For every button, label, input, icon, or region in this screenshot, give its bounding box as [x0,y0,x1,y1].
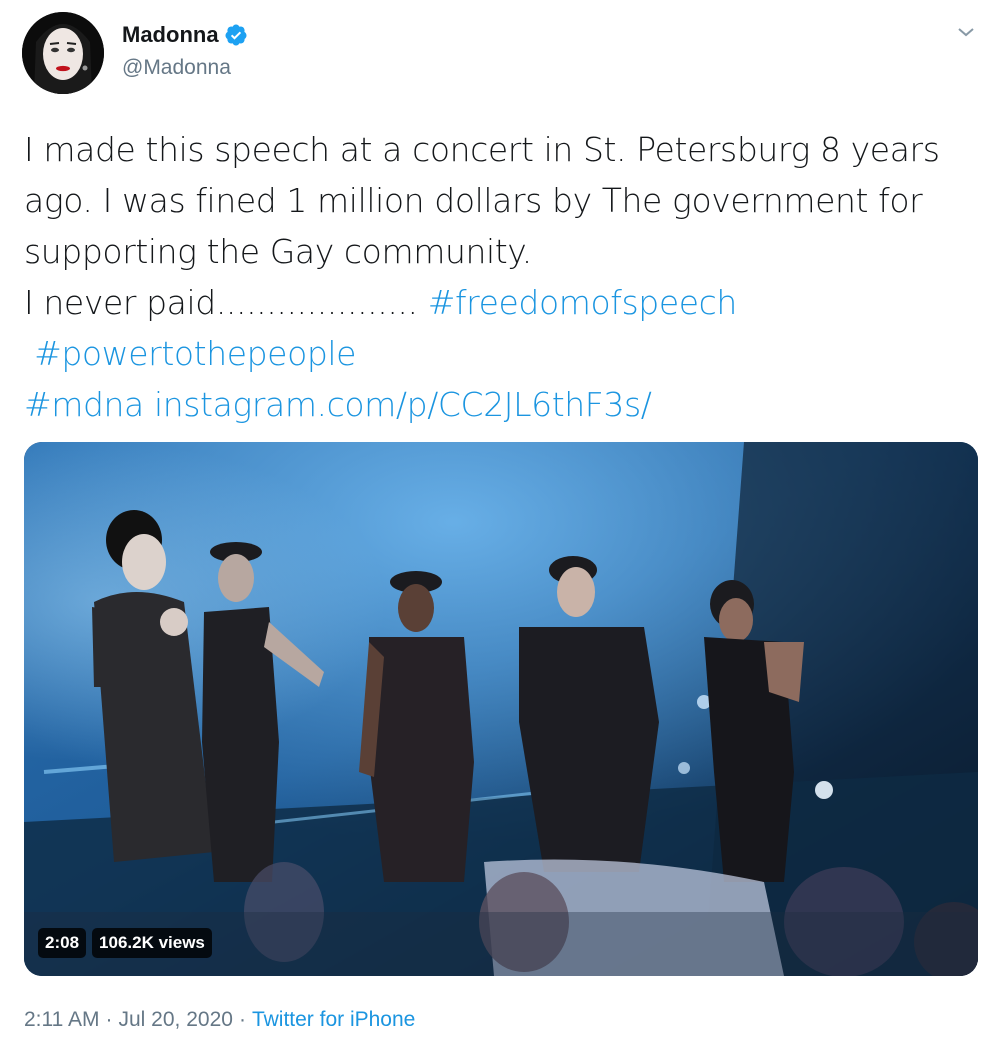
video-player[interactable]: 2:08 106.2K views [24,442,978,976]
source-link[interactable]: Twitter for iPhone [252,1008,415,1031]
avatar[interactable] [22,12,104,94]
tweet-card: Madonna @Madonna I made this speech at a… [0,0,1000,1054]
tweet-text-line: ago. I was fined 1 million dollars by Th… [24,181,923,220]
url-link[interactable]: instagram.com/p/CC2JL6thF3s/ [154,385,652,424]
meta-separator: · [238,1008,246,1031]
user-name-row[interactable]: Madonna [122,22,248,48]
hashtag-link[interactable]: #powertothepeople [34,334,356,373]
tweet-text-line: #powertothepeople [24,328,984,379]
hashtag-link[interactable]: #freedomofspeech [428,283,738,322]
tweet-text-line: supporting the Gay community. [24,232,532,271]
display-name[interactable]: Madonna [122,22,219,48]
tweet-text-line: I never paid.................... #freedo… [24,277,984,328]
meta-separator: · [105,1008,113,1031]
tweet-text-line: I made this speech at a concert in St. P… [24,130,940,169]
video-badges: 2:08 106.2K views [38,928,212,958]
tweet-text: I made this speech at a concert in St. P… [24,124,984,430]
video-duration: 2:08 [38,928,87,958]
hashtag-link[interactable]: #mdna [24,385,144,424]
chevron-down-icon[interactable] [954,20,978,44]
user-handle[interactable]: @Madonna [122,56,231,80]
tweet-date[interactable]: Jul 20, 2020 [119,1008,233,1031]
tweet-text-fragment: I never paid.................... [24,283,428,322]
video-thumbnail [24,442,978,976]
profile-avatar [22,12,104,94]
tweet-time[interactable]: 2:11 AM [24,1008,100,1031]
tweet-text-line: #mdna instagram.com/p/CC2JL6thF3s/ [24,379,984,430]
video-views: 106.2K views [92,928,212,958]
tweet-meta: 2:11 AM · Jul 20, 2020 · Twitter for iPhone [24,1008,415,1032]
verified-badge-icon [225,24,247,46]
